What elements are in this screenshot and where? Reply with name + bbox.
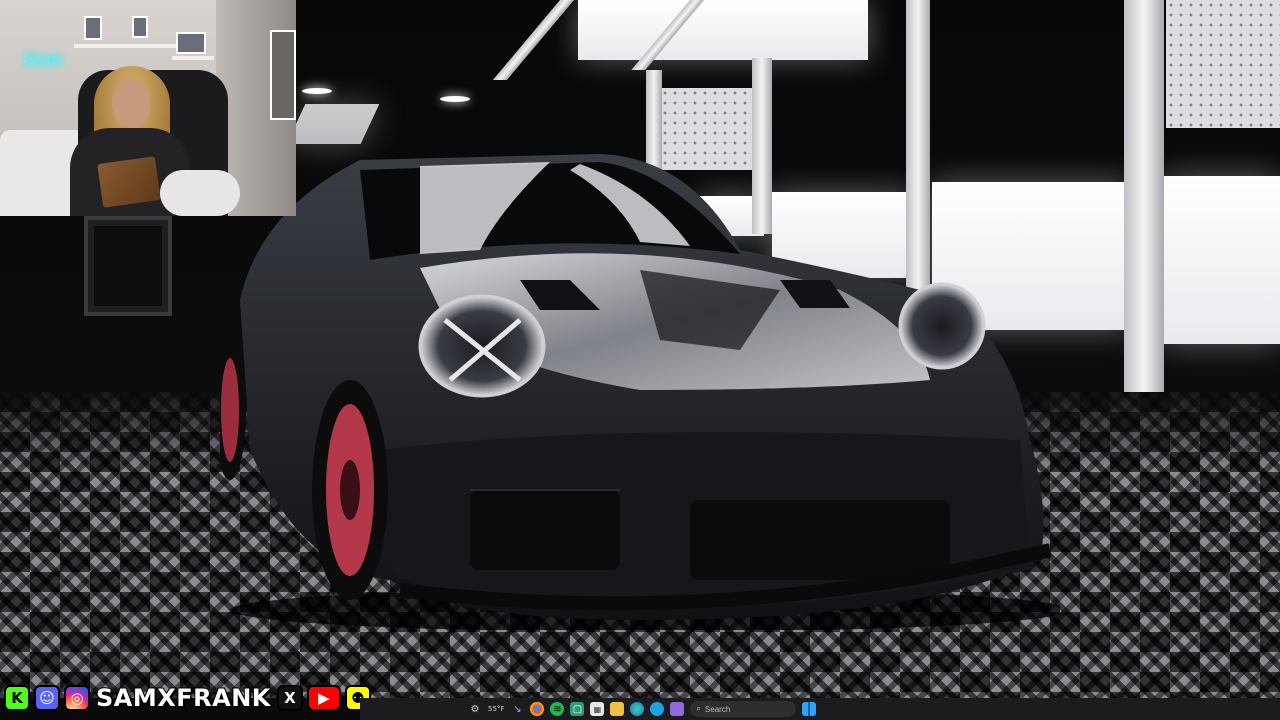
search-icon: ⌕ — [696, 704, 701, 713]
browser-icon[interactable] — [650, 702, 665, 716]
photo-frame — [270, 30, 296, 120]
webcam-feed: Sam — [0, 0, 296, 216]
instagram-icon[interactable]: ◎ — [64, 685, 90, 711]
windows-taskbar: ⚙ 55°F ↘ ≋ ▢ ▦ ⌕ Search — [360, 698, 1280, 720]
book — [97, 156, 161, 208]
discord-icon[interactable]: ☺ — [34, 685, 60, 711]
youtube-icon[interactable]: ▶ — [306, 685, 341, 711]
garage-light-panel — [1162, 176, 1280, 344]
social-links-bar: K ☺ ◎ SAMXFRANK X ▶ ⚉ — [4, 682, 371, 714]
chrome-icon[interactable] — [530, 702, 545, 716]
pillar — [1124, 0, 1164, 454]
ceiling-light — [440, 96, 470, 102]
social-handle: SAMXFRANK — [95, 683, 271, 713]
settings-icon[interactable]: ⚙ — [468, 702, 482, 716]
photo-frame — [132, 16, 148, 38]
taskbar-search[interactable]: ⌕ Search — [690, 701, 797, 717]
garage-light-panel — [578, 0, 868, 60]
photo-frame — [176, 32, 206, 54]
pegboard — [1166, 0, 1280, 128]
pillar — [492, 0, 574, 80]
stream-scene: Sam — [0, 0, 1280, 698]
spotify-icon[interactable]: ≋ — [550, 702, 565, 716]
photo-frame — [84, 16, 102, 40]
app-icon[interactable]: ▢ — [570, 702, 585, 716]
pinned-app-icon[interactable]: ↘ — [510, 702, 524, 716]
x-icon[interactable]: X — [276, 685, 303, 711]
sports-car — [214, 150, 1070, 632]
video-icon[interactable] — [670, 702, 685, 716]
ceiling-light — [302, 88, 332, 94]
garage-light-panel — [286, 104, 380, 144]
kick-icon[interactable]: K — [4, 685, 30, 711]
neon-sign: Sam — [24, 50, 62, 70]
folder-icon[interactable] — [610, 702, 625, 716]
room-monitor — [84, 216, 172, 316]
search-placeholder: Search — [704, 704, 731, 714]
edge-icon[interactable] — [630, 702, 645, 716]
weather-icon[interactable]: 55°F — [488, 702, 504, 716]
calendar-icon[interactable]: ▦ — [590, 702, 605, 716]
windows-start-icon[interactable] — [802, 702, 817, 716]
streamer-face — [112, 78, 150, 128]
pillow — [160, 170, 240, 216]
